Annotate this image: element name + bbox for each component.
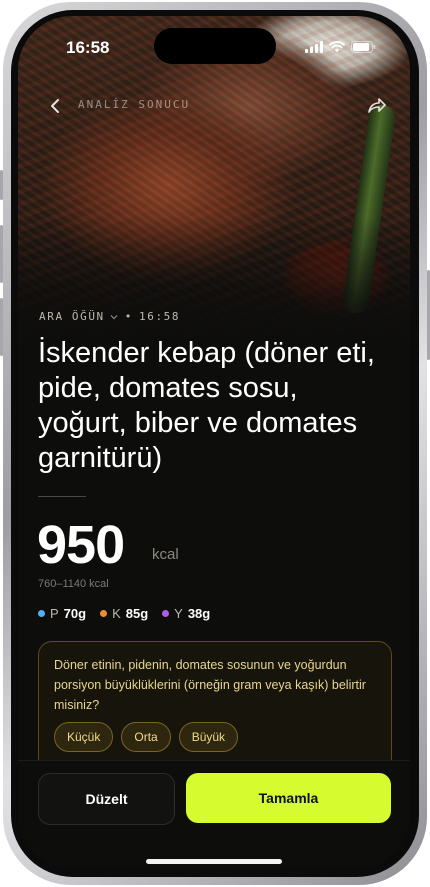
macro-value: 85g bbox=[125, 606, 149, 621]
macro-carbs: K 85g bbox=[100, 606, 148, 621]
meta-separator: • bbox=[124, 310, 134, 323]
app-screen: 16:58 ANALİZ SONUCU ARA ÖĞÜN • 16:58 İsk… bbox=[18, 16, 410, 869]
share-icon bbox=[368, 98, 386, 113]
top-bar: ANALİZ SONUCU bbox=[18, 92, 410, 120]
macro-value: 38g bbox=[187, 606, 211, 621]
option-large-chip[interactable]: Büyük bbox=[178, 722, 239, 752]
bottom-action-bar: Düzelt Tamamla bbox=[18, 760, 410, 869]
macro-list: P 70g K 85g Y 38g bbox=[38, 606, 210, 621]
status-bar: 16:58 bbox=[18, 16, 410, 70]
fat-dot-icon bbox=[162, 610, 170, 617]
macro-protein: P 70g bbox=[38, 606, 86, 621]
battery-icon bbox=[351, 40, 376, 58]
wifi-icon bbox=[329, 40, 345, 58]
calorie-value: 950 bbox=[37, 515, 125, 575]
macro-letter: K bbox=[112, 606, 121, 621]
meal-time: 16:58 bbox=[139, 310, 181, 323]
chevron-down-icon bbox=[110, 314, 118, 319]
question-text: Döner etinin, pidenin, domates sosunun v… bbox=[54, 658, 366, 712]
carbs-dot-icon bbox=[100, 610, 108, 617]
chevron-left-icon bbox=[51, 99, 59, 113]
portion-options: Küçük Orta Büyük bbox=[54, 722, 239, 752]
meal-meta: ARA ÖĞÜN • 16:58 bbox=[39, 310, 180, 323]
edit-button[interactable]: Düzelt bbox=[38, 773, 175, 825]
option-small-chip[interactable]: Küçük bbox=[54, 722, 114, 752]
divider bbox=[38, 496, 86, 497]
portion-question-card: Döner etinin, pidenin, domates sosunun v… bbox=[38, 641, 392, 773]
meal-type-selector[interactable]: ARA ÖĞÜN bbox=[39, 310, 119, 323]
back-button[interactable] bbox=[42, 92, 70, 120]
calorie-unit: kcal bbox=[152, 546, 179, 563]
macro-letter: Y bbox=[174, 606, 183, 621]
protein-dot-icon bbox=[38, 610, 45, 617]
screen-title: ANALİZ SONUCU bbox=[78, 98, 191, 111]
macro-fat: Y 38g bbox=[162, 606, 210, 621]
signal-icon bbox=[305, 40, 323, 58]
home-indicator[interactable] bbox=[146, 859, 282, 864]
calorie-range: 760–1140 kcal bbox=[38, 578, 109, 590]
complete-button[interactable]: Tamamla bbox=[186, 773, 391, 823]
meal-type-label: ARA ÖĞÜN bbox=[39, 310, 105, 323]
option-medium-chip[interactable]: Orta bbox=[121, 722, 171, 752]
dynamic-island bbox=[154, 28, 276, 64]
macro-letter: P bbox=[50, 606, 59, 621]
share-button[interactable] bbox=[362, 92, 390, 120]
status-time: 16:58 bbox=[66, 38, 110, 57]
macro-value: 70g bbox=[63, 606, 87, 621]
dish-title: İskender kebap (döner eti, pide, domates… bbox=[38, 337, 375, 474]
